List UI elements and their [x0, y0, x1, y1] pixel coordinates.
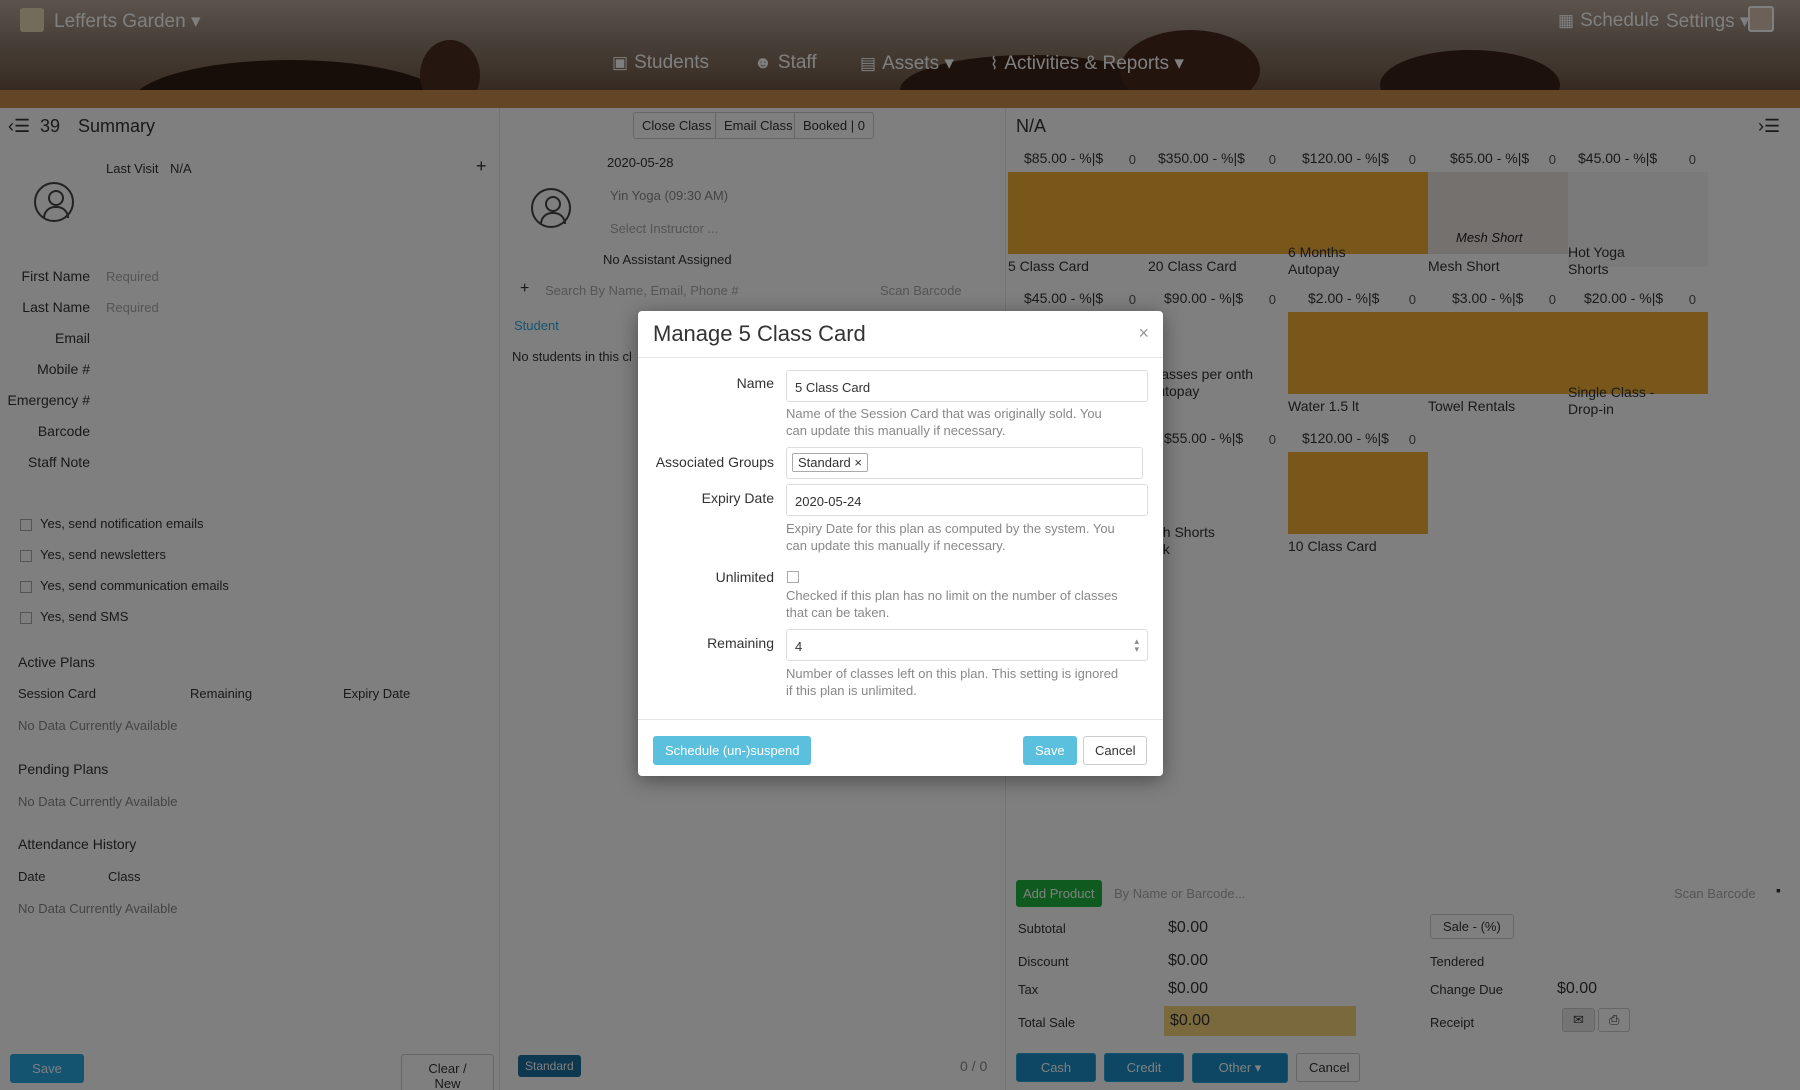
manage-plan-modal: Manage 5 Class Card × Name 5 Class Card … — [638, 311, 1163, 776]
modal-header-divider — [638, 357, 1163, 358]
modal-footer-divider — [638, 719, 1163, 720]
group-tag-standard: Standard × — [792, 453, 868, 472]
remaining-label: Remaining — [707, 635, 774, 651]
save-button[interactable]: Save — [1023, 736, 1077, 765]
name-help: Name of the Session Card that was origin… — [786, 406, 1102, 438]
expiry-date-input[interactable]: 2020-05-24 — [786, 484, 1148, 516]
unlimited-help: Checked if this plan has no limit on the… — [786, 588, 1118, 620]
groups-label: Associated Groups — [655, 454, 774, 470]
modal-title: Manage 5 Class Card — [653, 321, 866, 346]
app-page: Lefferts Garden ▾ ▣Students ☻Staff ▤Asse… — [0, 0, 1800, 1090]
unlimited-label: Unlimited — [715, 569, 774, 585]
expiry-label: Expiry Date — [701, 490, 774, 506]
schedule-suspend-button[interactable]: Schedule (un-)suspend — [653, 736, 812, 765]
expiry-help: Expiry Date for this plan as computed by… — [786, 521, 1115, 553]
cancel-button[interactable]: Cancel — [1083, 736, 1148, 765]
groups-input[interactable]: Standard × — [786, 447, 1143, 479]
close-icon[interactable]: × — [1138, 323, 1149, 344]
remaining-input[interactable]: 4 ▴ ▾ — [786, 629, 1148, 661]
name-input[interactable]: 5 Class Card — [786, 370, 1148, 402]
remaining-help: Number of classes left on this plan. Thi… — [786, 666, 1119, 698]
unlimited-checkbox[interactable] — [787, 571, 799, 583]
name-label: Name — [736, 375, 774, 391]
remove-tag-icon[interactable]: × — [854, 455, 862, 470]
stepper-icon[interactable]: ▴ ▾ — [1134, 637, 1139, 654]
